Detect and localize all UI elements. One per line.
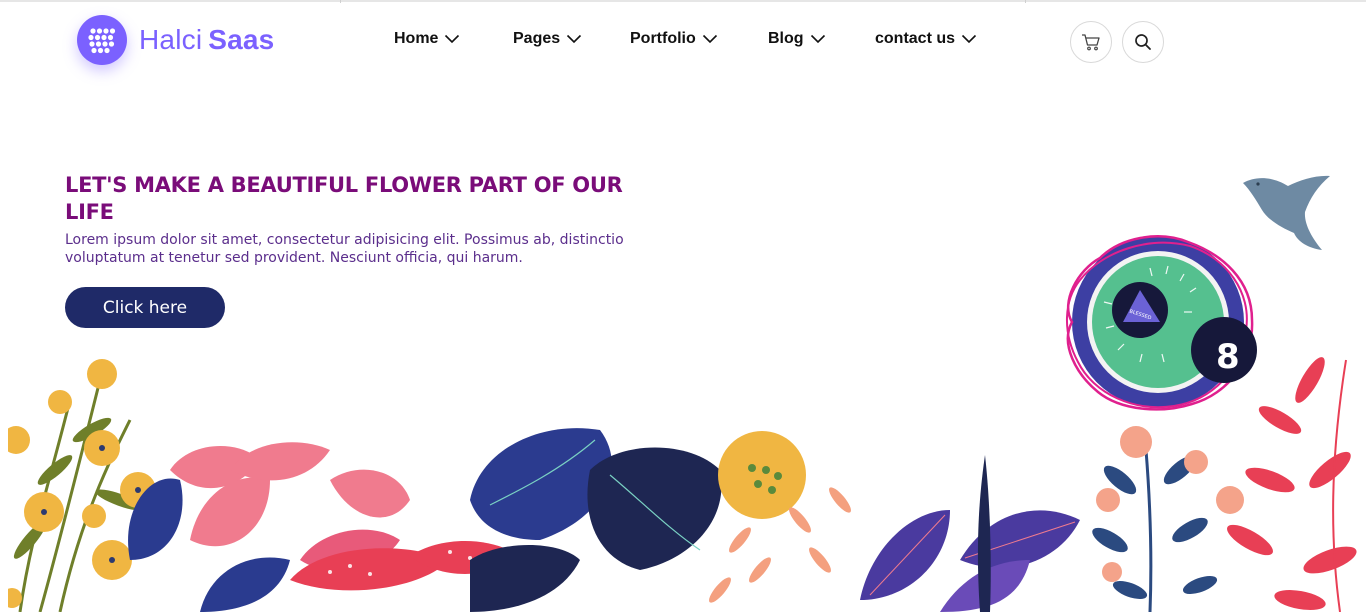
blessed-badge: BLESSED 8 bbox=[1066, 235, 1257, 411]
bird-icon bbox=[1243, 175, 1330, 250]
floral-illustration: BLESSED 8 bbox=[8, 175, 1357, 612]
badge-number: 8 bbox=[1216, 337, 1240, 377]
